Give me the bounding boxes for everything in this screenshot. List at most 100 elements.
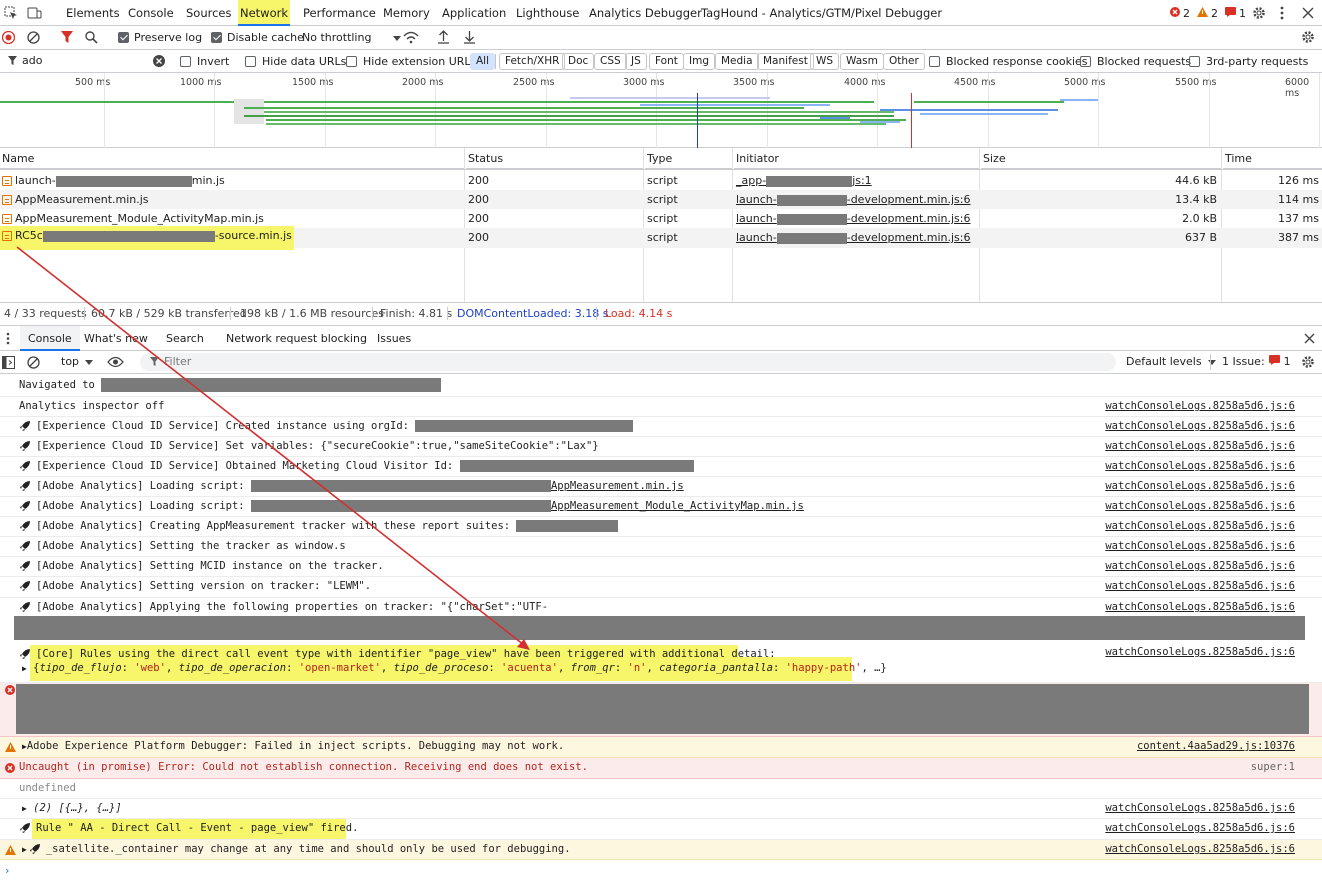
filter-funnel-icon[interactable] [61,31,73,47]
search-icon[interactable] [85,31,98,47]
blocked-requests-checkbox[interactable]: Blocked requests [1080,55,1191,68]
table-row[interactable]: launch-min.js 200 script _app-js:1 44.6 … [0,171,1322,190]
hide-extension-urls-checkbox[interactable]: Hide extension URLs [346,55,476,68]
filter-type-media[interactable]: Media [715,53,759,70]
request-initiator[interactable]: launch- -development.min.js:6 [736,190,971,209]
filter-type-all[interactable]: All [470,53,496,70]
source-link[interactable]: watchConsoleLogs.8258a5d6.js:6 [1105,440,1295,452]
filter-type-other[interactable]: Other [883,53,925,70]
import-har-icon[interactable] [437,30,450,47]
record-stop-icon[interactable] [1,30,16,47]
source-link[interactable]: watchConsoleLogs.8258a5d6.js:6 [1105,560,1295,572]
disable-cache-check[interactable] [211,32,222,43]
request-initiator[interactable]: launch- -development.min.js:6 [736,209,971,228]
source-link[interactable]: watchConsoleLogs.8258a5d6.js:6 [1105,843,1295,855]
filter-type-doc[interactable]: Doc [562,53,595,70]
settings-gear-icon[interactable] [1252,6,1266,23]
issues-counter[interactable]: 1 Issue: 1 [1222,355,1291,368]
network-overview-timeline[interactable]: 500 ms 1000 ms 1500 ms 2000 ms 2500 ms 3… [0,73,1322,148]
tab-analytics-debugger[interactable]: Analytics Debugger [589,0,702,26]
live-expression-eye-icon[interactable] [107,356,124,371]
filter-type-js[interactable]: JS [625,53,647,70]
sidebar-toggle-icon[interactable] [2,356,15,372]
filter-type-img[interactable]: Img [683,53,715,70]
throttling-select[interactable]: No throttling [302,31,402,44]
filter-type-font[interactable]: Font [649,53,684,70]
source-link[interactable]: watchConsoleLogs.8258a5d6.js:6 [1105,802,1295,814]
tab-memory[interactable]: Memory [383,0,430,26]
tab-lighthouse[interactable]: Lighthouse [516,0,579,26]
drawer-tab-console[interactable]: Console [20,326,80,351]
drawer-menu-icon[interactable] [6,332,10,348]
drawer-tab-whats-new[interactable]: What's new [84,326,148,351]
filter-type-wasm[interactable]: Wasm [840,53,884,70]
filter-input[interactable]: ado [22,54,42,67]
source-link[interactable]: watchConsoleLogs.8258a5d6.js:6 [1105,540,1295,552]
console-prompt-caret[interactable]: › [5,864,9,877]
column-header-initiator[interactable]: Initiator [734,148,979,169]
tab-elements[interactable]: Elements [66,0,120,26]
source-link[interactable]: watchConsoleLogs.8258a5d6.js:6 [1105,500,1295,512]
hide-extension-urls-check[interactable] [346,56,357,67]
log-levels-select[interactable]: Default levels [1126,355,1216,368]
preserve-log-checkbox[interactable]: Preserve log [118,31,202,44]
source-link[interactable]: watchConsoleLogs.8258a5d6.js:6 [1105,520,1295,532]
column-header-size[interactable]: Size [981,148,1221,169]
device-toolbar-icon[interactable] [27,6,42,23]
clear-filter-icon[interactable] [153,55,165,70]
close-devtools-icon[interactable] [1302,7,1314,22]
tab-sources[interactable]: Sources [186,0,232,26]
tab-network[interactable]: Network [238,0,291,26]
source-link[interactable]: super:1 [1251,761,1295,773]
console-settings-gear-icon[interactable] [1301,355,1315,372]
tab-application[interactable]: Application [442,0,506,26]
status-counts[interactable]: 2 2 1 [1170,0,1246,26]
filter-type-ws[interactable]: WS [810,53,840,70]
invert-check[interactable] [180,56,191,67]
source-link[interactable]: watchConsoleLogs.8258a5d6.js:6 [1105,480,1295,492]
column-header-time[interactable]: Time [1223,148,1322,169]
script-link[interactable]: AppMeasurement.min.js [551,480,684,492]
drawer-tab-issues[interactable]: Issues [377,326,411,351]
tab-console[interactable]: Console [128,0,174,26]
source-link[interactable]: watchConsoleLogs.8258a5d6.js:6 [1105,601,1295,613]
column-header-type[interactable]: Type [645,148,732,169]
table-row[interactable]: AppMeasurement.min.js 200 script launch-… [0,190,1322,209]
context-select[interactable]: top [61,355,94,368]
source-link[interactable]: watchConsoleLogs.8258a5d6.js:6 [1105,580,1295,592]
disable-cache-checkbox[interactable]: Disable cache [211,31,304,44]
array-preview[interactable]: ▶ (2) [{…}, {…}] [22,802,122,814]
blocked-cookies-checkbox[interactable]: Blocked response cookies [929,55,1088,68]
export-har-icon[interactable] [463,30,476,47]
source-link[interactable]: watchConsoleLogs.8258a5d6.js:6 [1105,400,1295,412]
blocked-requests-check[interactable] [1080,56,1091,67]
table-row[interactable]: RC5c -source.min.js 200 script launch- -de… [0,226,1322,250]
drawer-tab-search[interactable]: Search [166,326,204,351]
filter-type-css[interactable]: CSS [594,53,627,70]
source-link[interactable]: watchConsoleLogs.8258a5d6.js:6 [1105,646,1295,658]
network-settings-gear-icon[interactable] [1301,30,1315,47]
blocked-cookies-check[interactable] [929,56,940,67]
source-link[interactable]: watchConsoleLogs.8258a5d6.js:6 [1105,460,1295,472]
third-party-checkbox[interactable]: 3rd-party requests [1189,55,1308,68]
column-header-name[interactable]: Name [0,148,464,169]
hide-data-urls-check[interactable] [245,56,256,67]
hide-data-urls-checkbox[interactable]: Hide data URLs [245,55,346,68]
inspect-element-icon[interactable] [4,6,18,23]
close-drawer-icon[interactable] [1304,333,1315,347]
clear-console-icon[interactable] [27,356,40,372]
request-initiator[interactable]: launch- -development.min.js:6 [736,228,971,247]
column-header-status[interactable]: Status [466,148,643,169]
drawer-tab-network-request-blocking[interactable]: Network request blocking [226,326,367,351]
network-conditions-icon[interactable] [403,31,419,47]
third-party-check[interactable] [1189,56,1200,67]
more-options-icon[interactable] [1280,6,1284,23]
filter-type-manifest[interactable]: Manifest [757,53,814,70]
source-link[interactable]: watchConsoleLogs.8258a5d6.js:6 [1105,420,1295,432]
invert-checkbox[interactable]: Invert [180,55,229,68]
clear-icon[interactable] [27,31,40,47]
tab-performance[interactable]: Performance [303,0,376,26]
filter-type-fetch-xhr[interactable]: Fetch/XHR [499,53,566,70]
console-filter-input[interactable]: Filter [140,353,1116,371]
source-link[interactable]: watchConsoleLogs.8258a5d6.js:6 [1105,822,1295,834]
